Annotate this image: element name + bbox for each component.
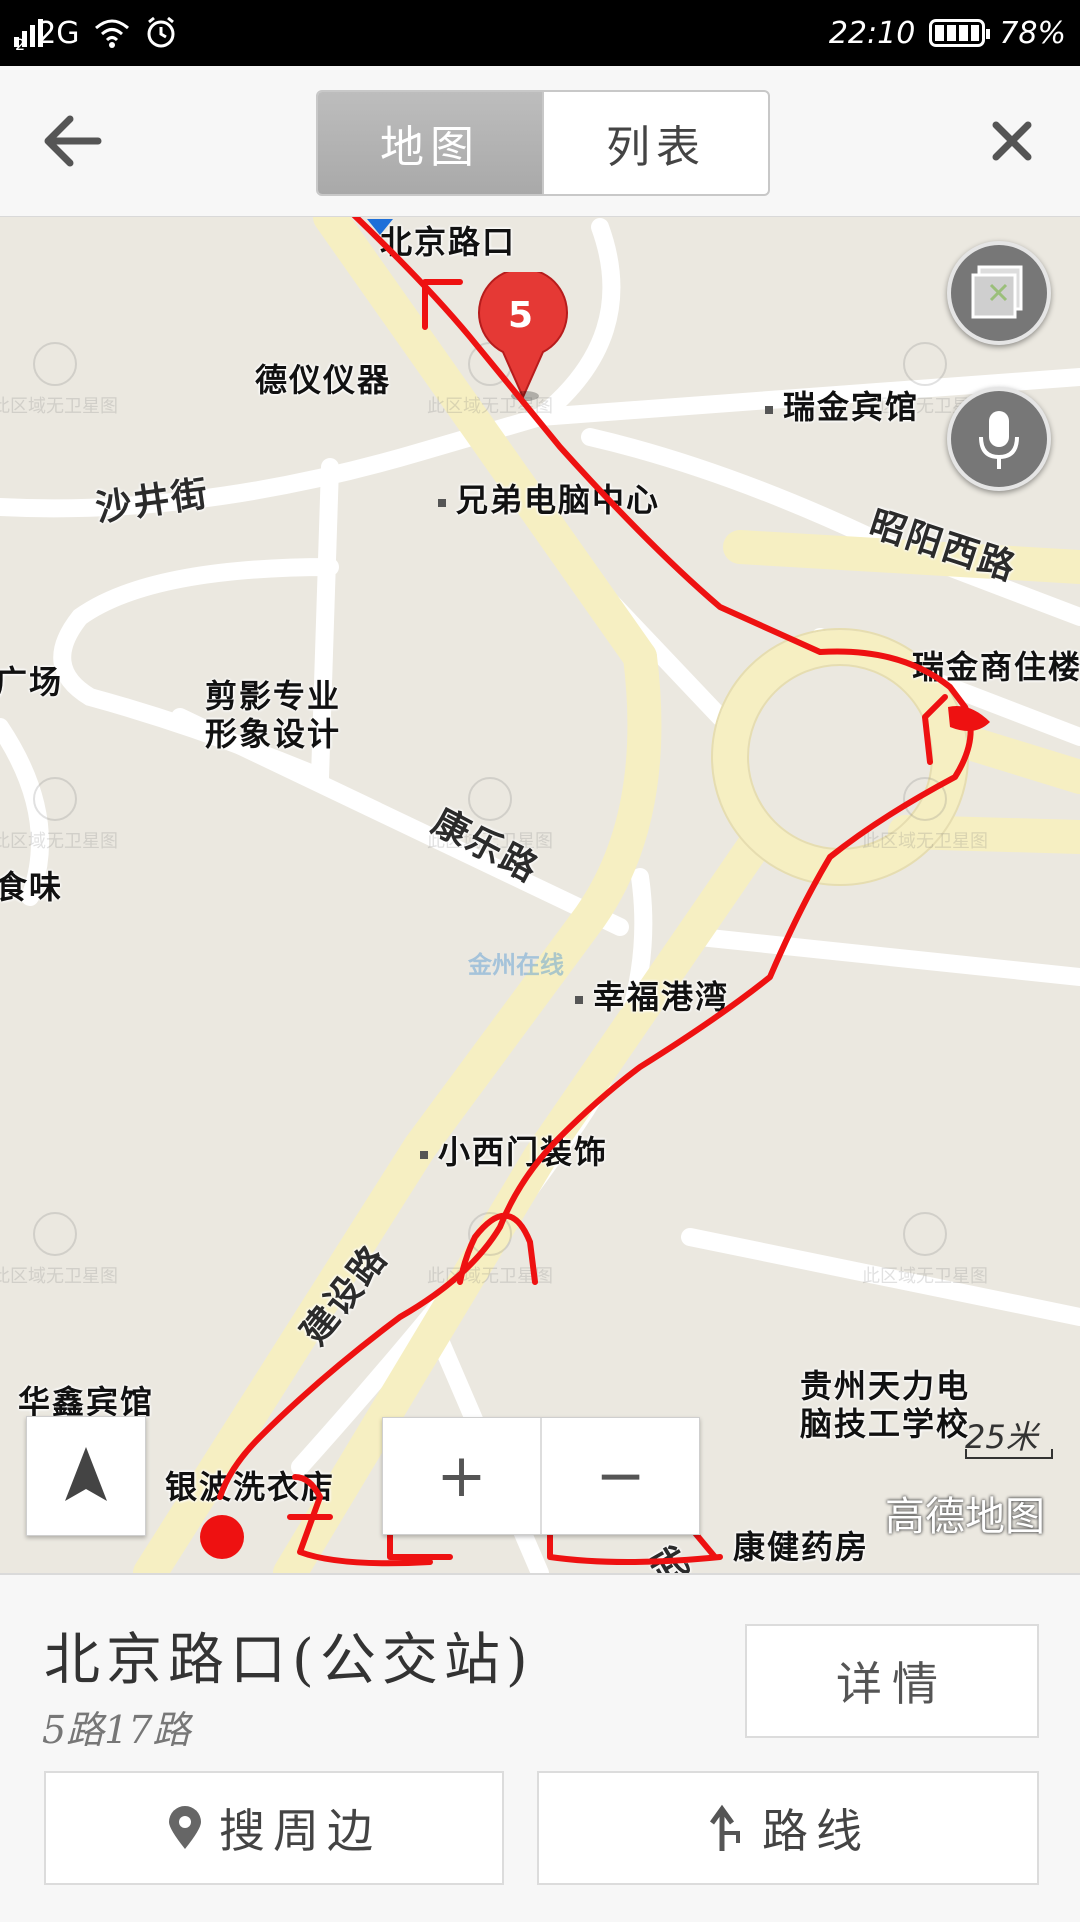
status-bar: 2 2G 22:10 78% bbox=[0, 0, 1080, 66]
layers-button[interactable] bbox=[947, 241, 1051, 345]
details-button[interactable]: 详情 bbox=[745, 1624, 1039, 1738]
voice-search-button[interactable] bbox=[947, 387, 1051, 491]
route-annotation bbox=[200, 217, 990, 1567]
route-button[interactable]: 路线 bbox=[537, 1771, 1039, 1885]
zoom-controls: + − bbox=[382, 1417, 700, 1535]
stop-info-panel: 北京路口(公交站) 5路17路 详情 搜周边 路线 bbox=[0, 1573, 1080, 1922]
stop-name: 北京路口(公交站) bbox=[44, 1628, 534, 1693]
sim-index: 2 bbox=[15, 34, 26, 54]
zoom-out-button[interactable]: − bbox=[540, 1418, 699, 1534]
tab-list[interactable]: 列表 bbox=[544, 92, 768, 194]
layers-icon bbox=[971, 265, 1023, 319]
route-label: 路线 bbox=[762, 1804, 870, 1858]
alarm-icon bbox=[147, 16, 175, 48]
close-icon bbox=[992, 121, 1032, 161]
tab-map[interactable]: 地图 bbox=[318, 92, 544, 194]
brand-logo: 高德地图 bbox=[885, 1494, 1045, 1540]
navigation-arrow-icon bbox=[65, 1447, 107, 1501]
battery-percent: 78% bbox=[999, 15, 1066, 51]
map-view[interactable]: 此区域无卫星图 此区域无卫星图 此区域无卫星图 此区域无卫星图 此区域无卫星图 … bbox=[0, 217, 1080, 1573]
zoom-in-button[interactable]: + bbox=[383, 1418, 540, 1534]
back-button[interactable] bbox=[40, 111, 110, 171]
scale-bar bbox=[965, 1449, 1053, 1459]
microphone-icon bbox=[979, 411, 1019, 469]
location-pin-icon bbox=[169, 1806, 201, 1849]
search-nearby-label: 搜周边 bbox=[219, 1804, 381, 1858]
battery-icon bbox=[929, 19, 991, 47]
network-type: 2G bbox=[37, 15, 80, 51]
locate-button[interactable] bbox=[26, 1416, 146, 1536]
route-turn-icon bbox=[709, 1804, 740, 1851]
wifi-icon bbox=[94, 19, 129, 48]
arrow-left-icon bbox=[44, 115, 102, 167]
search-nearby-button[interactable]: 搜周边 bbox=[44, 1771, 504, 1885]
stop-lines: 5路17路 bbox=[42, 1708, 191, 1752]
view-toggle: 地图 列表 bbox=[316, 90, 770, 196]
clock: 22:10 bbox=[828, 15, 916, 51]
top-bar: 地图 列表 bbox=[0, 66, 1080, 218]
close-button[interactable] bbox=[982, 111, 1042, 171]
